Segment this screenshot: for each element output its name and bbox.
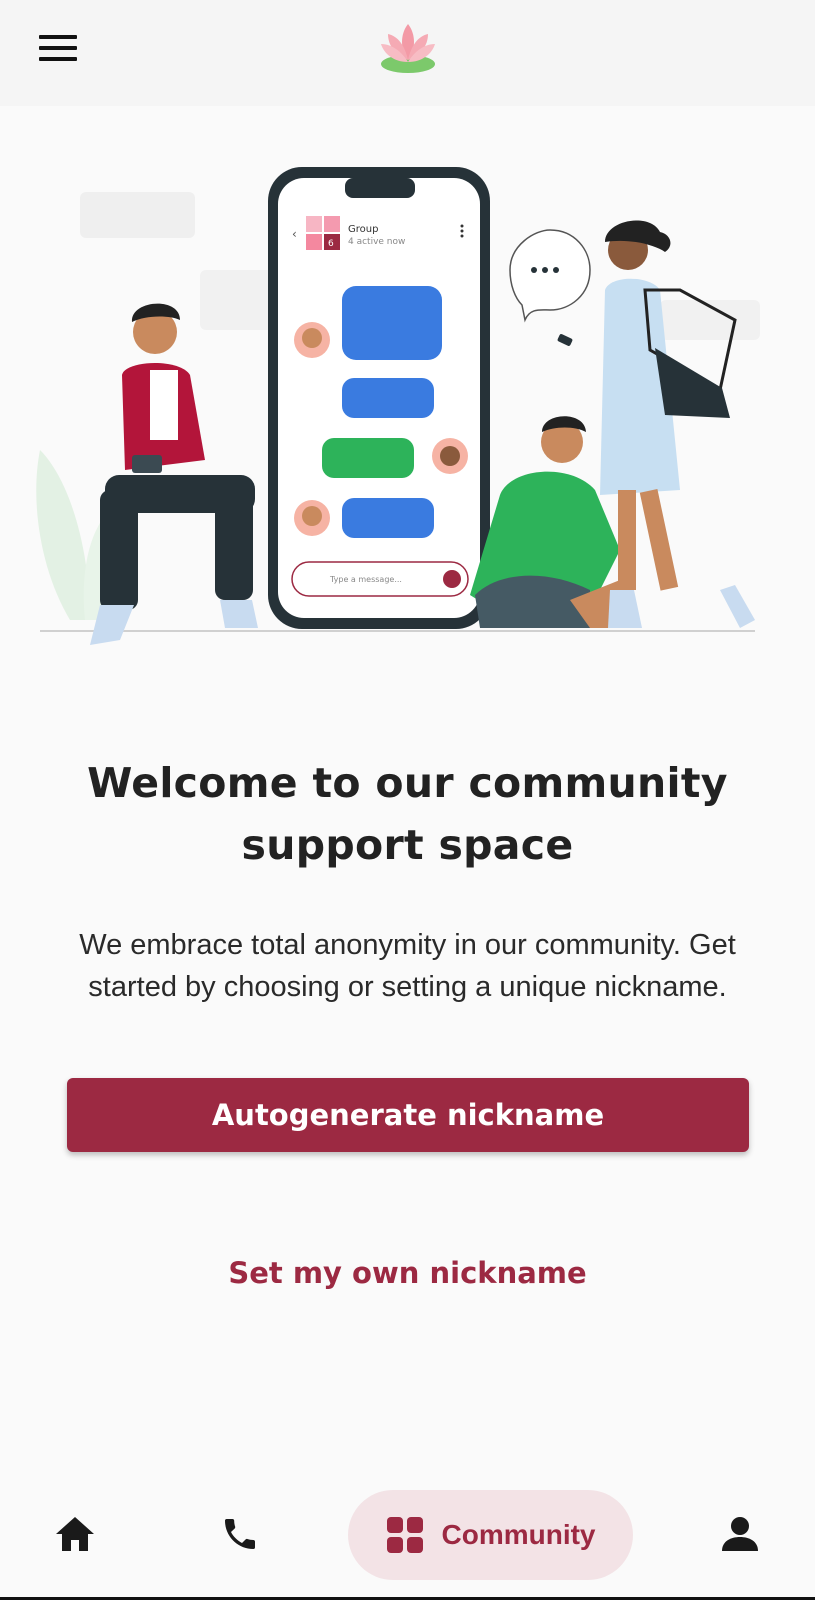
chat-group-title: Group — [348, 224, 378, 235]
typing-bubble — [509, 229, 591, 323]
hamburger-menu-icon[interactable] — [30, 26, 86, 70]
phone-icon — [225, 1519, 255, 1549]
menu-line — [39, 46, 77, 50]
menu-line — [39, 57, 77, 61]
welcome-title-line: Welcome to our community — [87, 759, 728, 807]
autogenerate-nickname-button[interactable]: Autogenerate nickname — [67, 1078, 749, 1152]
app-bar — [0, 0, 815, 106]
message-placeholder: Type a message... — [329, 575, 402, 584]
community-illustration: ‹ 6 Group 4 active now Type a message... — [36, 167, 760, 645]
description-line: started by choosing or setting a unique … — [88, 971, 727, 1003]
group-badge: 6 — [328, 239, 334, 249]
nav-phone[interactable] — [210, 1504, 270, 1564]
welcome-title-line: support space — [241, 821, 574, 869]
nav-home[interactable] — [45, 1504, 105, 1564]
description-line: We embrace total anonymity in our commun… — [79, 929, 736, 961]
nav-community[interactable]: Community — [348, 1490, 633, 1580]
bottom-navigation: Community — [0, 1480, 815, 1600]
phone-illustration: ‹ 6 Group 4 active now Type a message... — [268, 167, 490, 629]
nav-community-label: Community — [441, 1519, 596, 1550]
welcome-title: Welcome to our community support space — [40, 752, 775, 876]
grid-icon — [386, 1517, 423, 1553]
svg-text:‹: ‹ — [292, 227, 297, 241]
chat-active-status: 4 active now — [348, 237, 405, 247]
lotus-logo-icon — [381, 24, 435, 73]
menu-line — [39, 35, 77, 39]
sitting-man-figure — [90, 303, 258, 645]
person-icon — [722, 1517, 758, 1551]
set-own-nickname-button[interactable]: Set my own nickname — [200, 1248, 615, 1298]
welcome-description: We embrace total anonymity in our commun… — [40, 924, 775, 1008]
home-icon — [56, 1517, 94, 1551]
nav-profile[interactable] — [710, 1504, 770, 1564]
